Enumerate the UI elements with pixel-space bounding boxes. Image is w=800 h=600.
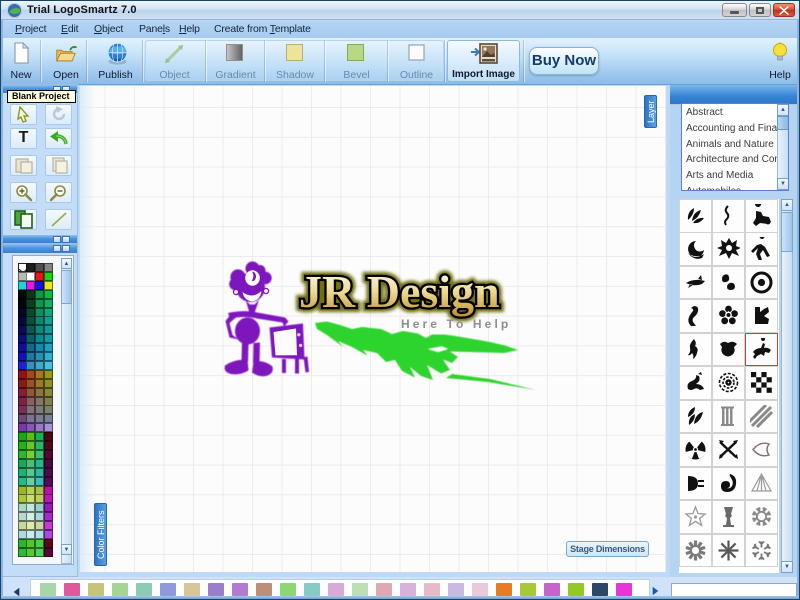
svg-text:Here To Help: Here To Help [401,317,511,331]
svg-text:JR Design: JR Design [299,266,500,317]
